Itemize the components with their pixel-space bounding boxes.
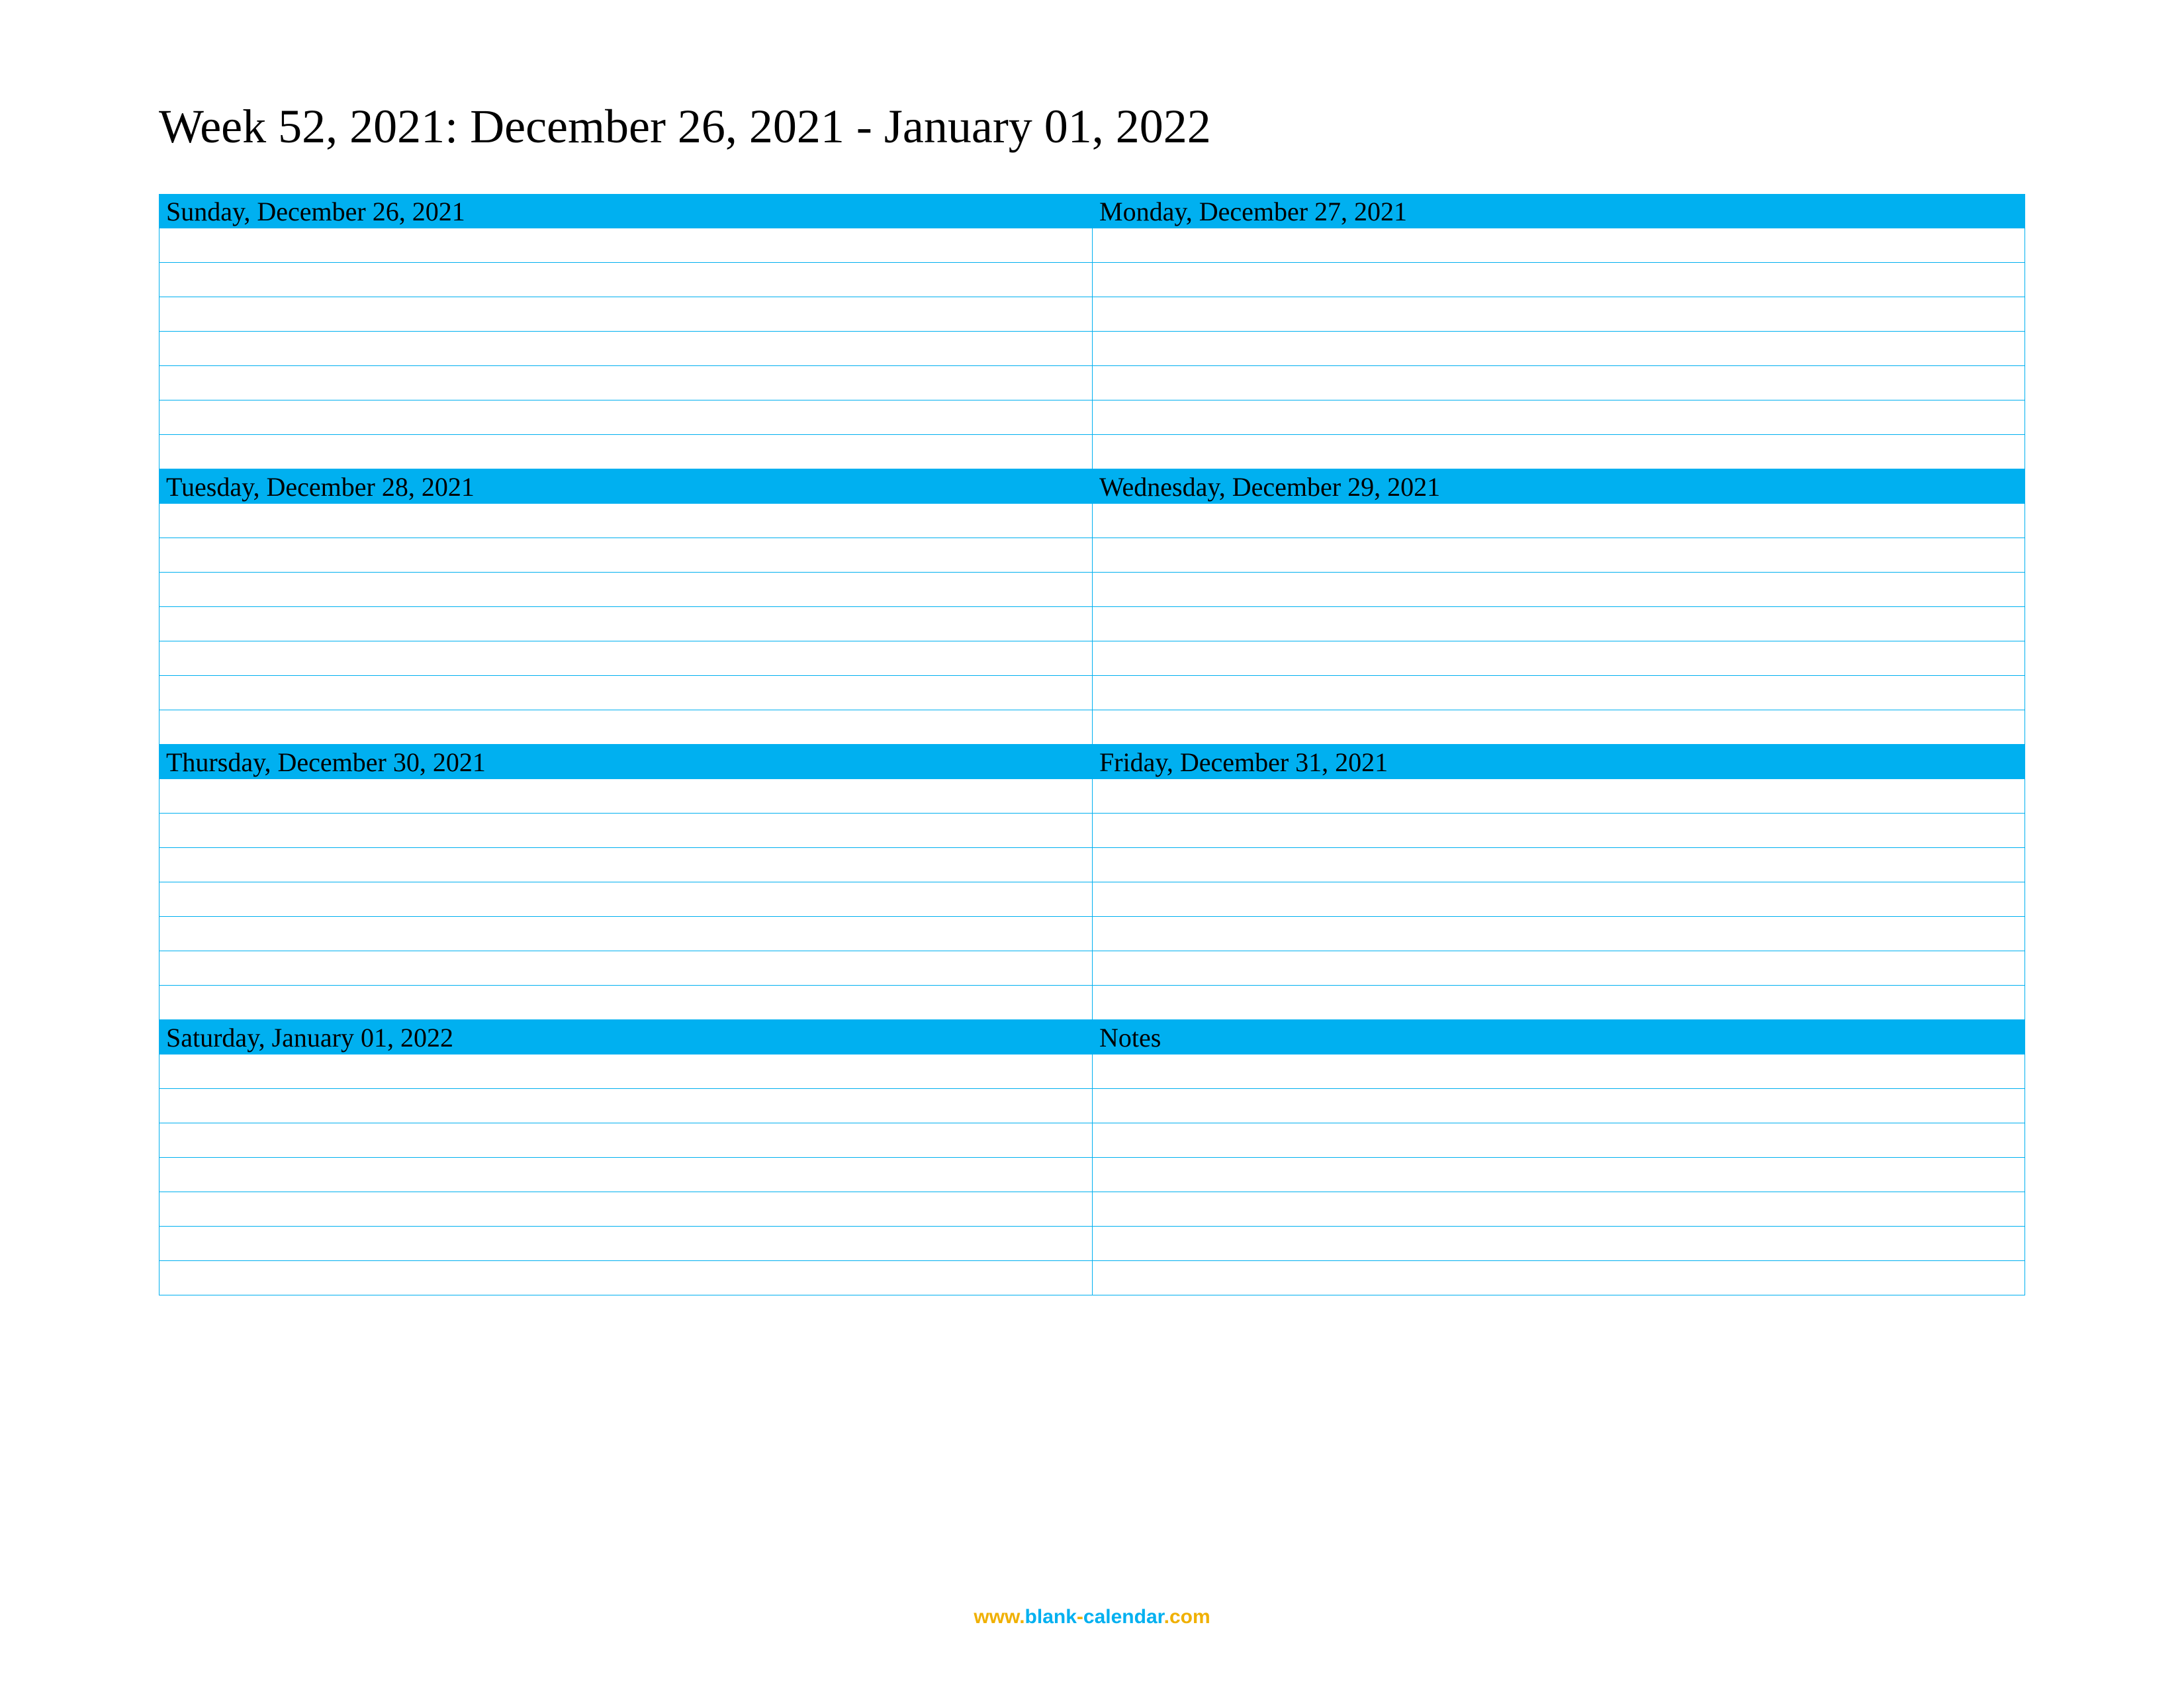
day-block-friday: Friday, December 31, 2021 xyxy=(1092,745,2025,1020)
day-row[interactable] xyxy=(1092,607,2025,641)
day-row[interactable] xyxy=(1092,297,2025,332)
day-row[interactable] xyxy=(159,710,1092,745)
day-row[interactable] xyxy=(1092,1227,2025,1261)
day-header-friday: Friday, December 31, 2021 xyxy=(1092,745,2025,779)
day-row[interactable] xyxy=(1092,848,2025,882)
day-header-sunday: Sunday, December 26, 2021 xyxy=(159,194,1092,228)
day-row[interactable] xyxy=(159,814,1092,848)
day-block-saturday: Saturday, January 01, 2022 xyxy=(159,1020,1092,1295)
day-row[interactable] xyxy=(159,1192,1092,1227)
day-row[interactable] xyxy=(1092,676,2025,710)
day-row[interactable] xyxy=(1092,710,2025,745)
day-row[interactable] xyxy=(159,848,1092,882)
day-row[interactable] xyxy=(1092,1192,2025,1227)
day-row[interactable] xyxy=(159,1261,1092,1295)
day-row[interactable] xyxy=(1092,228,2025,263)
day-row[interactable] xyxy=(159,573,1092,607)
day-row[interactable] xyxy=(1092,1261,2025,1295)
day-row[interactable] xyxy=(159,297,1092,332)
footer-calendar: calendar xyxy=(1083,1606,1164,1628)
day-row[interactable] xyxy=(159,504,1092,538)
day-row[interactable] xyxy=(159,779,1092,814)
day-row[interactable] xyxy=(1092,779,2025,814)
day-block-wednesday: Wednesday, December 29, 2021 xyxy=(1092,469,2025,745)
page-title: Week 52, 2021: December 26, 2021 - Janua… xyxy=(159,99,2025,154)
day-row[interactable] xyxy=(159,400,1092,435)
day-row[interactable] xyxy=(159,366,1092,400)
day-row[interactable] xyxy=(1092,641,2025,676)
day-row[interactable] xyxy=(1092,1123,2025,1158)
footer-url: www.blank-calendar.com xyxy=(974,1606,1210,1628)
day-header-thursday: Thursday, December 30, 2021 xyxy=(159,745,1092,779)
day-block-tuesday: Tuesday, December 28, 2021 xyxy=(159,469,1092,745)
day-row[interactable] xyxy=(159,1089,1092,1123)
day-row[interactable] xyxy=(1092,951,2025,986)
day-row[interactable] xyxy=(1092,814,2025,848)
footer-dash: - xyxy=(1077,1606,1083,1628)
day-row[interactable] xyxy=(159,1158,1092,1192)
day-block-thursday: Thursday, December 30, 2021 xyxy=(159,745,1092,1020)
day-row[interactable] xyxy=(1092,917,2025,951)
day-header-monday: Monday, December 27, 2021 xyxy=(1092,194,2025,228)
day-row[interactable] xyxy=(159,882,1092,917)
footer-com: .com xyxy=(1164,1606,1210,1628)
day-block-sunday: Sunday, December 26, 2021 xyxy=(159,194,1092,469)
day-header-wednesday: Wednesday, December 29, 2021 xyxy=(1092,469,2025,504)
day-block-monday: Monday, December 27, 2021 xyxy=(1092,194,2025,469)
day-row[interactable] xyxy=(159,228,1092,263)
day-row[interactable] xyxy=(1092,400,2025,435)
day-row[interactable] xyxy=(1092,366,2025,400)
day-row[interactable] xyxy=(1092,263,2025,297)
day-header-saturday: Saturday, January 01, 2022 xyxy=(159,1020,1092,1055)
day-row[interactable] xyxy=(1092,332,2025,366)
day-row[interactable] xyxy=(159,538,1092,573)
day-row[interactable] xyxy=(159,263,1092,297)
day-row[interactable] xyxy=(159,607,1092,641)
day-row[interactable] xyxy=(159,986,1092,1020)
day-row[interactable] xyxy=(1092,986,2025,1020)
day-row[interactable] xyxy=(1092,882,2025,917)
day-row[interactable] xyxy=(159,917,1092,951)
day-row[interactable] xyxy=(159,1123,1092,1158)
day-row[interactable] xyxy=(1092,1089,2025,1123)
footer-www: www. xyxy=(974,1606,1024,1628)
day-row[interactable] xyxy=(1092,504,2025,538)
day-block-notes: Notes xyxy=(1092,1020,2025,1295)
day-row[interactable] xyxy=(159,435,1092,469)
day-row[interactable] xyxy=(159,641,1092,676)
day-row[interactable] xyxy=(159,1227,1092,1261)
weekly-calendar-grid: Sunday, December 26, 2021 Monday, Decemb… xyxy=(159,194,2025,1295)
day-row[interactable] xyxy=(159,332,1092,366)
day-row[interactable] xyxy=(1092,1055,2025,1089)
day-row[interactable] xyxy=(159,676,1092,710)
day-row[interactable] xyxy=(1092,573,2025,607)
day-row[interactable] xyxy=(1092,538,2025,573)
day-header-tuesday: Tuesday, December 28, 2021 xyxy=(159,469,1092,504)
day-row[interactable] xyxy=(1092,1158,2025,1192)
footer-blank: blank xyxy=(1025,1606,1077,1628)
day-row[interactable] xyxy=(1092,435,2025,469)
day-header-notes: Notes xyxy=(1092,1020,2025,1055)
day-row[interactable] xyxy=(159,951,1092,986)
day-row[interactable] xyxy=(159,1055,1092,1089)
